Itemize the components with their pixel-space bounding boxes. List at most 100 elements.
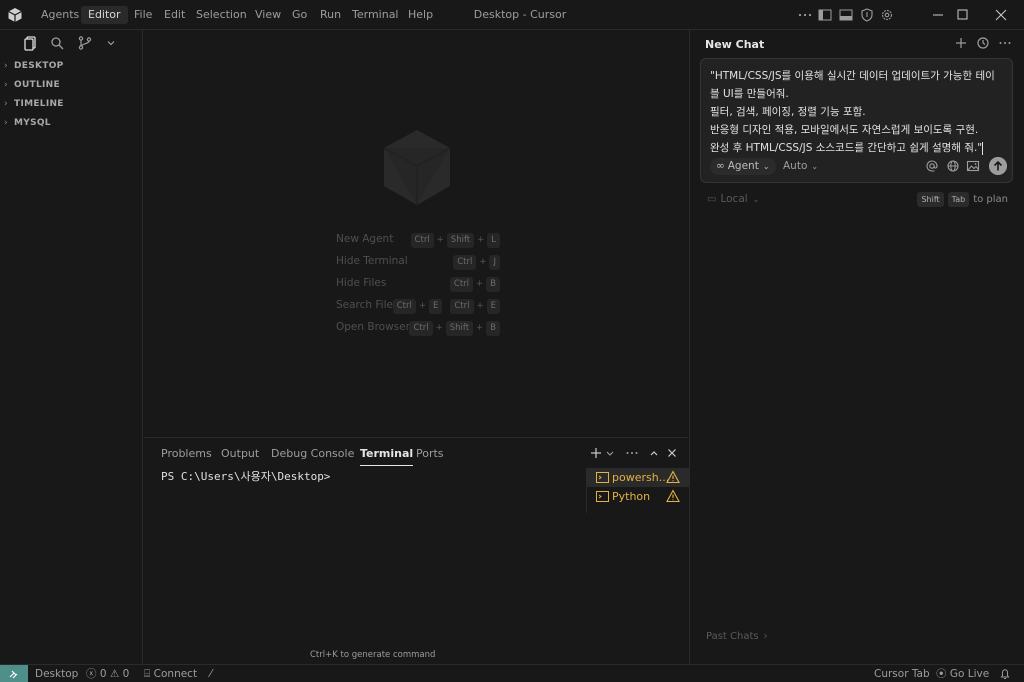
close-panel-icon[interactable] bbox=[664, 445, 680, 461]
remote-connection-button[interactable] bbox=[0, 665, 28, 682]
send-arrow-button[interactable] bbox=[989, 157, 1007, 175]
search-icon[interactable] bbox=[49, 35, 65, 51]
menu-editor[interactable]: Editor bbox=[81, 6, 128, 24]
agent-mode-select[interactable]: ∞ Agent ⌄ bbox=[710, 158, 776, 175]
menu-edit[interactable]: Edit bbox=[164, 0, 185, 30]
menu-go[interactable]: Go bbox=[292, 0, 307, 30]
section-label: DESKTOP bbox=[14, 61, 64, 71]
plan-hint-text: to plan bbox=[973, 194, 1008, 205]
toggle-sidebar-icon[interactable] bbox=[817, 7, 833, 23]
chevron-right-icon: › bbox=[4, 80, 8, 90]
menu-terminal[interactable]: Terminal bbox=[352, 0, 399, 30]
cursor-logo-icon bbox=[8, 8, 22, 22]
extensions-shield-icon[interactable] bbox=[859, 7, 875, 23]
section-label: OUTLINE bbox=[14, 80, 60, 90]
key: J bbox=[489, 254, 500, 270]
infinity-icon: ∞ bbox=[716, 160, 725, 172]
cursor-watermark-icon bbox=[383, 130, 451, 205]
bottom-panel: Problems Output Debug Console Terminal P… bbox=[144, 437, 689, 664]
chat-pane: New Chat "HTML/CSS/JS를 이용해 실시간 데이터 업데이트가… bbox=[689, 30, 1024, 664]
chevron-down-icon[interactable] bbox=[602, 445, 618, 461]
feather-icon[interactable]: ⁄ bbox=[210, 665, 212, 682]
database-icon: ⌸ bbox=[144, 668, 151, 680]
toggle-panel-icon[interactable] bbox=[838, 7, 854, 23]
editor-empty-state: New Agent Ctrl + Shift + L Hide Terminal C… bbox=[144, 30, 688, 437]
menu-view[interactable]: View bbox=[255, 0, 281, 30]
section-mysql[interactable]: › MYSQL bbox=[4, 115, 51, 131]
key: Tab bbox=[947, 192, 970, 207]
cursor-tab-toggle[interactable]: Cursor Tab bbox=[874, 665, 930, 682]
key: Ctrl bbox=[409, 320, 433, 336]
chat-input-box[interactable]: "HTML/CSS/JS를 이용해 실시간 데이터 업데이트가 가능한 테이 블… bbox=[700, 58, 1013, 183]
message-line: 블 UI를 만들어줘. bbox=[710, 88, 789, 100]
past-chats-link[interactable]: Past Chats › bbox=[706, 631, 768, 642]
chat-message-input[interactable]: "HTML/CSS/JS를 이용해 실시간 데이터 업데이트가 가능한 테이 블… bbox=[710, 67, 1010, 157]
section-outline[interactable]: › OUTLINE bbox=[4, 77, 60, 93]
warning-count: 0 bbox=[122, 668, 130, 680]
menu-run[interactable]: Run bbox=[320, 0, 341, 30]
mode-label: Agent bbox=[727, 160, 759, 172]
chevron-down-icon[interactable] bbox=[103, 35, 119, 51]
tab-problems[interactable]: Problems bbox=[161, 446, 212, 462]
tab-terminal[interactable]: Terminal bbox=[360, 446, 414, 466]
chevron-down-icon: ⌄ bbox=[752, 195, 760, 204]
close-button[interactable] bbox=[978, 0, 1024, 30]
globe-icon[interactable] bbox=[946, 159, 960, 173]
section-desktop[interactable]: › DESKTOP bbox=[4, 58, 64, 74]
shortcut-hide-terminal: Hide Terminal Ctrl + J bbox=[336, 252, 516, 270]
generate-command-hint: Ctrl+K to generate command bbox=[310, 650, 436, 660]
model-select[interactable]: Auto ⌄ bbox=[783, 158, 818, 175]
history-clock-icon[interactable] bbox=[975, 35, 991, 51]
terminal-name: Python bbox=[612, 490, 651, 503]
key: Ctrl bbox=[450, 298, 474, 314]
tab-ports[interactable]: Ports bbox=[416, 446, 444, 462]
monitor-icon: ▭ bbox=[707, 194, 717, 205]
go-live-label: Go Live bbox=[949, 668, 990, 680]
tab-debug-console[interactable]: Debug Console bbox=[271, 446, 354, 462]
settings-gear-icon[interactable] bbox=[879, 7, 895, 23]
sidebar-toolbar bbox=[0, 30, 143, 56]
mention-at-icon[interactable] bbox=[925, 159, 939, 173]
menu-selection[interactable]: Selection bbox=[196, 0, 247, 30]
new-chat-plus-icon[interactable] bbox=[953, 35, 969, 51]
chevron-right-icon: › bbox=[4, 118, 8, 128]
tab-output[interactable]: Output bbox=[221, 446, 259, 462]
section-label: MYSQL bbox=[14, 118, 51, 128]
menu-agents[interactable]: Agents bbox=[41, 0, 79, 30]
key: Shift bbox=[446, 232, 475, 248]
menu-file[interactable]: File bbox=[134, 0, 152, 30]
go-live-button[interactable]: ⦿ Go Live bbox=[936, 665, 989, 682]
section-label: TIMELINE bbox=[14, 99, 64, 109]
section-timeline[interactable]: › TIMELINE bbox=[4, 96, 64, 112]
key: E bbox=[429, 298, 443, 314]
shortcut-keys: Ctrl + E Ctrl + E bbox=[392, 297, 500, 315]
terminal-list: powersh... Python bbox=[586, 468, 689, 513]
database-connect[interactable]: ⌸ Connect bbox=[144, 665, 197, 682]
maximize-panel-icon[interactable] bbox=[646, 445, 662, 461]
more-icon[interactable] bbox=[797, 7, 813, 23]
notifications-bell-icon[interactable] bbox=[999, 665, 1011, 682]
workspace-name[interactable]: Desktop bbox=[35, 665, 78, 682]
connect-label: Connect bbox=[153, 668, 198, 680]
terminal-item-powershell[interactable]: powersh... bbox=[587, 468, 689, 487]
warning-icon: ⚠ bbox=[109, 668, 120, 680]
terminal-item-python[interactable]: Python bbox=[587, 487, 689, 506]
terminal-icon bbox=[596, 491, 609, 502]
warning-icon bbox=[666, 470, 680, 484]
shortcut-keys: Ctrl + Shift + B bbox=[409, 319, 500, 337]
source-control-icon[interactable] bbox=[77, 35, 93, 51]
location-select[interactable]: ▭ Local ⌄ bbox=[707, 193, 759, 205]
more-icon[interactable] bbox=[997, 35, 1013, 51]
image-icon[interactable] bbox=[966, 159, 980, 173]
key: Ctrl bbox=[449, 276, 474, 292]
problems-indicator[interactable]: ⓧ 0 ⚠ 0 bbox=[86, 665, 129, 682]
chevron-down-icon: ⌄ bbox=[811, 162, 819, 171]
location-label: Local bbox=[720, 193, 748, 205]
shortcut-keys: Ctrl + Shift + L bbox=[410, 231, 500, 249]
more-icon[interactable] bbox=[624, 445, 640, 461]
past-chats-label: Past Chats bbox=[706, 631, 759, 642]
explorer-files-icon[interactable] bbox=[23, 35, 39, 51]
chat-title: New Chat bbox=[705, 38, 765, 51]
menu-help[interactable]: Help bbox=[408, 0, 433, 30]
terminal-prompt[interactable]: PS C:\Users\사용자\Desktop> bbox=[161, 468, 330, 484]
